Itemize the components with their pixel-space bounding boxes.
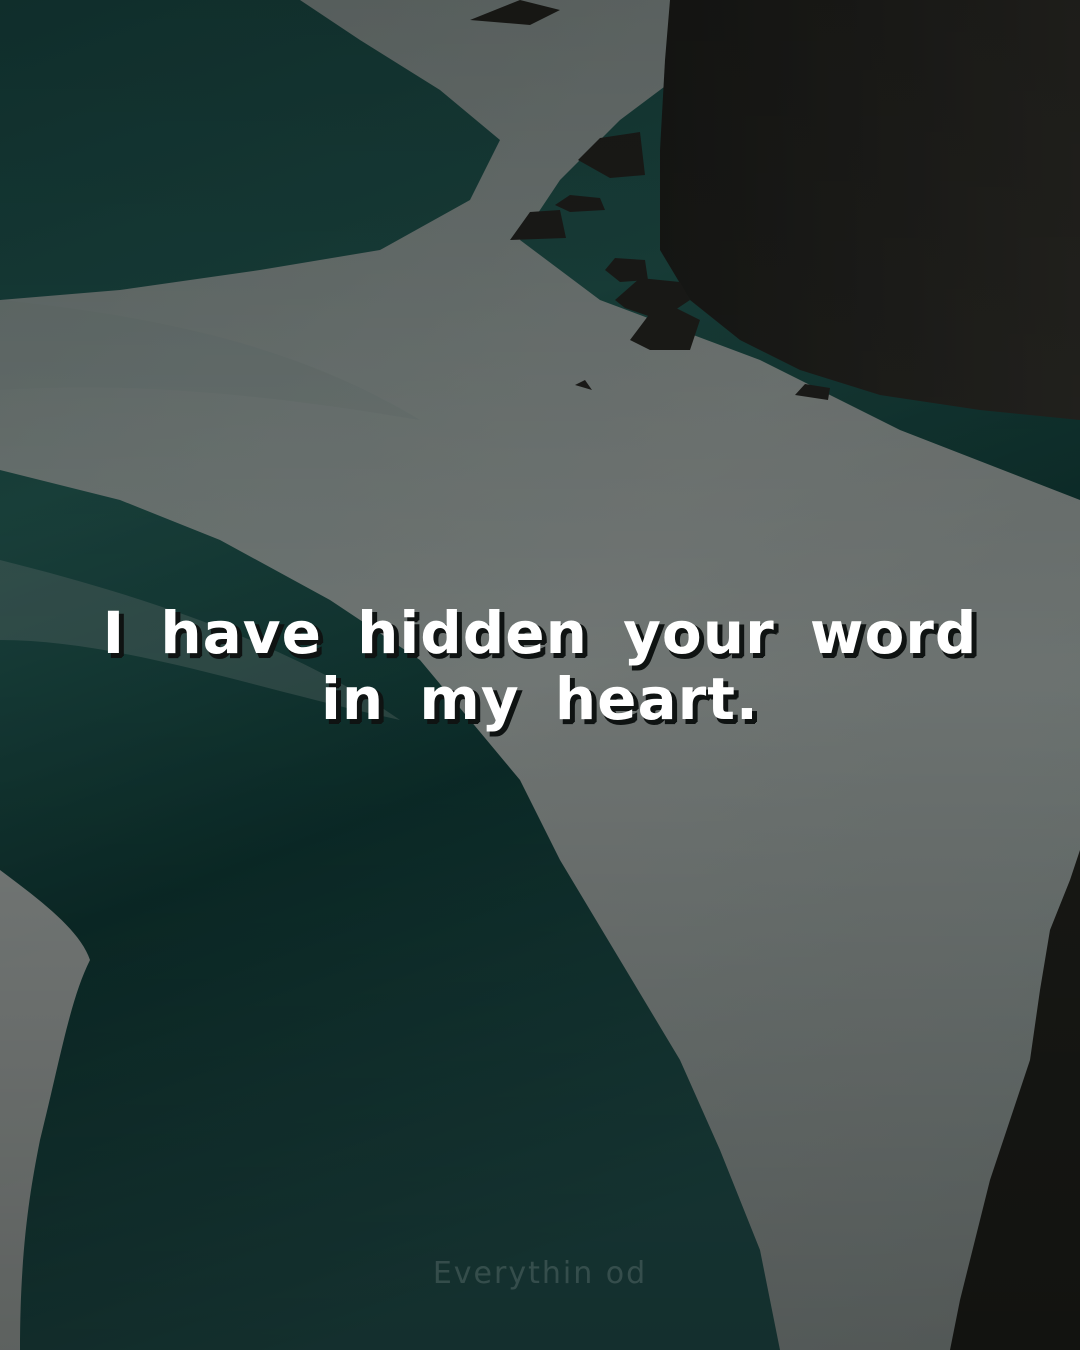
quote-text: I have hidden your word in my heart.	[40, 600, 1040, 732]
quote-line-1: I have hidden your word	[102, 599, 978, 667]
quote-line-2: in my heart.	[321, 665, 759, 733]
watermark: Everythin od	[432, 1256, 648, 1291]
quote-image: I have hidden your word in my heart. Eve…	[0, 0, 1080, 1350]
